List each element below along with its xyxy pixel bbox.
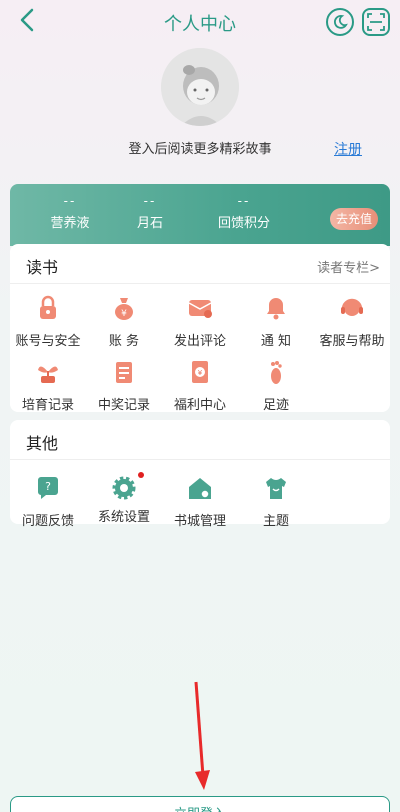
question-bubble-icon: ? [38,477,58,499]
grid-item-prize-records[interactable]: 中奖记录 [86,358,162,413]
grid-item-label: 问题反馈 [21,514,74,529]
footprint-icon [271,361,282,384]
gear-icon [112,476,136,500]
grid-item-notifications[interactable]: 通 知 [238,294,314,349]
stat-points[interactable]: -- 回馈积分 [204,194,284,231]
money-bag-icon: ¥ [115,298,133,320]
grid-item-footprints[interactable]: 足迹 [238,358,314,413]
comment-envelope-icon [188,300,212,318]
headset-icon [341,298,363,316]
grid-item-store-manage[interactable]: 书城管理 [162,474,238,529]
scan-icon [367,13,385,31]
grid-item-label: 发出评论 [173,334,226,349]
red-envelope-icon: ¥ [192,361,208,383]
other-card-header: 其他 [10,420,390,460]
bell-icon [267,298,285,320]
stat-nutrient[interactable]: -- 营养液 [30,194,110,231]
grid-item-label: 账号与安全 [15,334,81,349]
grid-item-label: 系统设置 [97,510,150,525]
grid-item-label: 账 务 [108,334,140,349]
grid-item-settings[interactable]: 系统设置 [86,472,162,525]
avatar[interactable] [161,48,239,126]
grid-item-theme[interactable]: 主题 [238,474,314,529]
grid-item-label: 客服与帮助 [319,334,385,349]
grid-item-label: 培育记录 [21,398,74,413]
settings-icon-wrapper [110,472,144,502]
stat-value: -- [63,194,77,208]
scan-button[interactable] [362,8,390,36]
recharge-button[interactable]: 去充值 [330,208,379,230]
stat-moonstone[interactable]: -- 月石 [110,194,190,231]
grid-item-label: 通 知 [260,334,292,349]
grid-item-label: 中奖记录 [97,398,150,413]
grid-item-account-security[interactable]: 账号与安全 [10,294,86,349]
grid-item-comments[interactable]: 发出评论 [162,294,238,349]
grid-item-label: 足迹 [262,398,289,413]
grid-item-cultivation[interactable]: 培育记录 [10,358,86,413]
svg-text:¥: ¥ [198,369,203,377]
stat-label: 月石 [136,216,163,231]
grid-item-label: 福利中心 [173,398,226,413]
notepad-icon [116,362,132,383]
lock-icon [40,295,56,319]
grid-item-label: 书城管理 [173,514,226,529]
moon-icon [333,15,348,29]
night-mode-button[interactable] [326,8,354,36]
shirt-icon [266,478,286,499]
other-title: 其他 [26,434,59,453]
stat-value: -- [237,194,251,208]
reading-title: 读书 [26,258,59,277]
login-button[interactable]: 立即登入 [10,796,390,812]
other-card: 其他 ? 问题反馈 系统设置 书城管理 主题 [10,420,390,529]
reading-card: 读书 读者专栏> 账号与安全 ¥ 账 务 发出评论 通 知 客服与帮助 培育记录… [10,244,390,413]
grid-item-label: 主题 [262,514,289,529]
notification-dot [138,472,144,478]
top-bar: 个人中心 [0,0,400,44]
stats-panel: -- 营养液 -- 月石 -- 回馈积分 去充值 [10,184,390,246]
grid-item-billing[interactable]: ¥ 账 务 [86,294,162,349]
grid-item-welfare[interactable]: ¥ 福利中心 [162,358,238,413]
home-gear-icon [189,478,211,499]
sprout-icon [38,366,58,383]
stat-label: 回馈积分 [217,216,270,231]
reader-column-link[interactable]: 读者专栏> [317,257,380,276]
reading-card-header: 读书 读者专栏> [10,244,390,284]
grid-item-feedback[interactable]: ? 问题反馈 [10,474,86,529]
grid-item-support[interactable]: 客服与帮助 [314,294,390,349]
stat-value: -- [143,194,157,208]
avatar-girl-icon [161,48,239,126]
register-link[interactable]: 注册 [334,139,362,159]
annotation-arrow-icon [194,681,210,790]
stat-label: 营养液 [50,216,90,231]
svg-text:?: ? [45,480,51,493]
svg-text:¥: ¥ [121,309,127,319]
